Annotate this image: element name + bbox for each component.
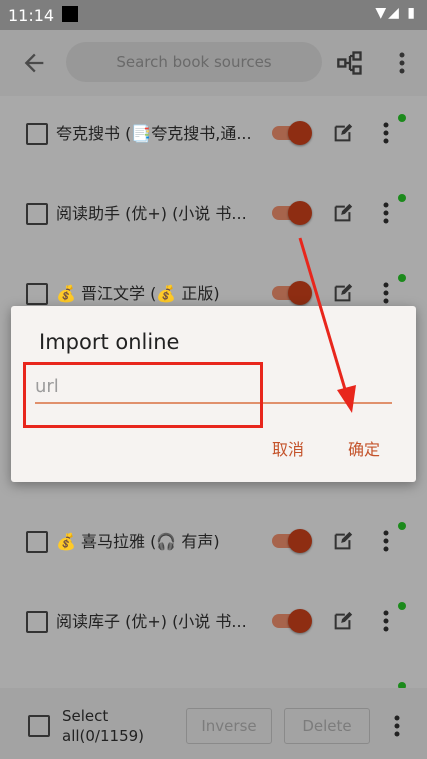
enabled-dot — [398, 522, 406, 530]
more-vert-icon[interactable] — [378, 608, 394, 634]
enabled-dot — [398, 602, 406, 610]
select-all-checkbox[interactable] — [28, 715, 50, 737]
inverse-button[interactable]: Inverse — [186, 708, 272, 744]
toggle-knob[interactable] — [288, 609, 312, 633]
edit-icon[interactable] — [332, 122, 354, 144]
source-name: 夸克搜书 (📑夸克搜书,通... — [56, 124, 252, 143]
more-vert-icon[interactable] — [378, 528, 394, 554]
arrow-back-icon[interactable] — [20, 49, 48, 77]
toggle-knob[interactable] — [288, 281, 312, 305]
source-name: 阅读助手 (优+) (小说 书... — [56, 204, 247, 223]
status-time: 11:14 — [8, 6, 55, 25]
dialog-title: Import online — [39, 330, 180, 354]
more-vert-icon[interactable] — [392, 48, 412, 78]
list-item[interactable]: 夸克搜书 (📑夸克搜书,通... — [0, 96, 427, 176]
edit-icon[interactable] — [332, 530, 354, 552]
status-bar: 11:14 ▼◢ ▮ — [0, 0, 427, 30]
delete-button[interactable]: Delete — [284, 708, 370, 744]
list-item[interactable]: 阅读助手 (优+) (小说 书... — [0, 176, 427, 256]
more-vert-icon[interactable] — [389, 713, 405, 739]
more-vert-icon[interactable] — [378, 200, 394, 226]
cancel-button[interactable]: 取消 — [272, 436, 304, 460]
more-vert-icon[interactable] — [378, 120, 394, 146]
search-input[interactable]: Search book sources — [66, 42, 322, 82]
list-item[interactable]: 💰 喜马拉雅 (🎧 有声) — [0, 504, 427, 584]
enabled-dot — [398, 114, 406, 122]
row-checkbox[interactable] — [26, 123, 48, 145]
row-checkbox[interactable] — [26, 531, 48, 553]
row-checkbox[interactable] — [26, 611, 48, 633]
more-vert-icon[interactable] — [378, 280, 394, 306]
system-status-icons: ▼◢ ▮ — [375, 5, 417, 21]
toggle-knob[interactable] — [288, 201, 312, 225]
source-name: 💰 晋江文学 (💰 正版) — [56, 284, 220, 303]
enabled-dot — [398, 274, 406, 282]
toolbar: Search book sources — [0, 30, 427, 96]
source-name: 💰 喜马拉雅 (🎧 有声) — [56, 532, 220, 551]
edit-icon[interactable] — [332, 282, 354, 304]
select-all-label[interactable]: Select all(0/1159) — [62, 706, 172, 746]
notification-icon — [62, 6, 78, 22]
row-checkbox[interactable] — [26, 203, 48, 225]
source-name: 阅读库子 (优+) (小说 书... — [56, 612, 247, 631]
bottom-action-bar: Select all(0/1159) Inverse Delete — [0, 688, 427, 759]
group-tree-icon[interactable] — [336, 49, 364, 77]
toggle-knob[interactable] — [288, 529, 312, 553]
list-item[interactable]: 阅读库子 (优+) (小说 书... — [0, 584, 427, 664]
row-checkbox[interactable] — [26, 283, 48, 305]
confirm-button[interactable]: 确定 — [348, 436, 380, 460]
enabled-dot — [398, 194, 406, 202]
edit-icon[interactable] — [332, 610, 354, 632]
toggle-knob[interactable] — [288, 121, 312, 145]
url-highlight-annotation — [23, 362, 263, 428]
edit-icon[interactable] — [332, 202, 354, 224]
